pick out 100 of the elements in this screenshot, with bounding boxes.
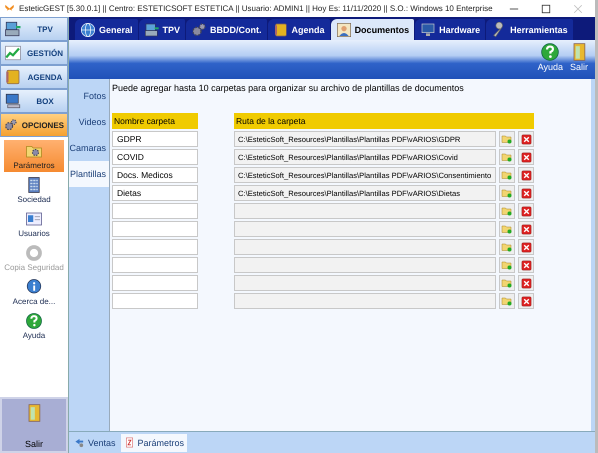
folder-path-field[interactable] [234, 257, 496, 273]
document-tab[interactable]: Ventas [71, 434, 119, 452]
delete-button[interactable] [518, 131, 534, 147]
folder-path-field[interactable] [234, 221, 496, 237]
monitor-icon [420, 22, 436, 38]
column-header: Nombre carpeta [112, 113, 198, 129]
side-tab[interactable]: Camaras [69, 135, 109, 161]
delete-button[interactable] [518, 257, 534, 273]
add-folder-button[interactable] [499, 275, 515, 291]
folder-add-icon [501, 295, 513, 307]
sidebar-item[interactable]: Ayuda [4, 310, 64, 342]
book-icon [272, 22, 289, 38]
delete-icon [520, 296, 532, 306]
delete-icon [520, 224, 532, 234]
add-folder-button[interactable] [499, 167, 515, 183]
add-folder-button[interactable] [499, 149, 515, 165]
folder-path-field[interactable] [234, 239, 496, 255]
help-icon [540, 42, 560, 62]
add-folder-button[interactable] [499, 239, 515, 255]
delete-button[interactable] [518, 203, 534, 219]
folder-add-icon [501, 205, 513, 217]
folder-path-field[interactable] [234, 275, 496, 291]
folder-add-icon [501, 169, 513, 181]
folder-add-icon [501, 259, 513, 271]
folder-name-field[interactable] [112, 221, 198, 237]
folder-name-field[interactable] [112, 293, 198, 309]
side-tab[interactable]: Plantillas [69, 161, 109, 187]
side-tab[interactable]: Fotos [69, 83, 109, 109]
toolbar-button[interactable]: Salir [569, 42, 589, 72]
delete-icon [520, 170, 532, 180]
arrows-icon [74, 437, 85, 448]
sidebar-item[interactable]: Usuarios [4, 208, 64, 240]
delete-icon [520, 206, 532, 216]
side-tab[interactable]: Videos [69, 109, 109, 135]
tab[interactable]: Documentos [330, 19, 414, 40]
folder-name-field[interactable]: Dietas [112, 185, 198, 201]
document-tab[interactable]: Parámetros [120, 434, 188, 452]
module-button[interactable]: BOX [0, 89, 68, 113]
sidebar-item[interactable]: Parámetros [4, 140, 64, 172]
folder-path-field[interactable] [234, 293, 496, 309]
delete-button[interactable] [518, 239, 534, 255]
folder-name-field[interactable] [112, 275, 198, 291]
ring-icon [25, 244, 43, 262]
add-folder-button[interactable] [499, 185, 515, 201]
add-folder-button[interactable] [499, 131, 515, 147]
delete-button[interactable] [518, 185, 534, 201]
id-card-icon [25, 210, 43, 228]
delete-button[interactable] [518, 221, 534, 237]
delete-button[interactable] [518, 275, 534, 291]
info-icon [25, 278, 43, 296]
close-icon [573, 4, 583, 14]
add-folder-button[interactable] [499, 293, 515, 309]
help-icon [25, 312, 43, 330]
delete-button[interactable] [518, 149, 534, 165]
folder-path-field[interactable] [234, 203, 496, 219]
delete-icon [520, 242, 532, 252]
delete-icon [520, 134, 532, 144]
delete-button[interactable] [518, 167, 534, 183]
delete-icon [520, 152, 532, 162]
module-button[interactable]: AGENDA [0, 65, 68, 89]
tab[interactable]: General [75, 19, 138, 40]
folder-name-field[interactable] [112, 203, 198, 219]
delete-icon [520, 278, 532, 288]
sidebar-item[interactable]: Sociedad [4, 174, 64, 206]
maximize-icon [541, 4, 551, 14]
window-title: EsteticGEST [5.30.0.1] || Centro: ESTETICSOFT ESTETICA || Usuario: ADMIN1 || Hoy Es: 11/11/2020 || S.O.: Windows 10 Enterprise [19, 4, 494, 13]
delete-icon [520, 188, 532, 198]
add-folder-button[interactable] [499, 203, 515, 219]
sidebar-item[interactable]: Acerca de... [4, 276, 64, 308]
tab[interactable]: Herramientas [486, 19, 573, 40]
document-icon [124, 437, 135, 448]
folder-add-icon [501, 241, 513, 253]
add-folder-button[interactable] [499, 221, 515, 237]
folder-name-field[interactable]: COVID [112, 149, 198, 165]
exit-button[interactable]: Salir [0, 397, 68, 453]
folder-name-field[interactable] [112, 257, 198, 273]
folder-name-field[interactable] [112, 239, 198, 255]
delete-button[interactable] [518, 293, 534, 309]
folder-add-icon [501, 277, 513, 289]
folder-name-field[interactable]: GDPR [112, 131, 198, 147]
globe-icon [80, 22, 96, 38]
gears-icon [191, 22, 208, 38]
folder-add-icon [501, 223, 513, 235]
folder-name-field[interactable]: Docs. Medicos [112, 167, 198, 183]
toolbar-button[interactable]: Ayuda [538, 42, 563, 72]
info-text: Puede agregar hasta 10 carpetas para organizar su archivo de plantillas de documentos [112, 83, 465, 95]
chart-icon [4, 44, 22, 62]
module-button[interactable]: GESTIÓN [0, 41, 68, 65]
tab[interactable]: TPV [138, 19, 186, 40]
delete-icon [520, 260, 532, 270]
add-folder-button[interactable] [499, 257, 515, 273]
person-icon [336, 22, 352, 38]
tab[interactable]: Hardware [415, 19, 486, 40]
tab[interactable]: BBDD/Cont. [186, 19, 267, 40]
tab[interactable]: Agenda [268, 19, 330, 40]
column-header: Ruta de la carpeta [234, 113, 534, 129]
module-button[interactable]: OPCIONES [0, 113, 68, 137]
module-button[interactable]: TPV [0, 17, 68, 41]
folder-add-icon [501, 133, 513, 145]
book-icon [4, 68, 22, 86]
